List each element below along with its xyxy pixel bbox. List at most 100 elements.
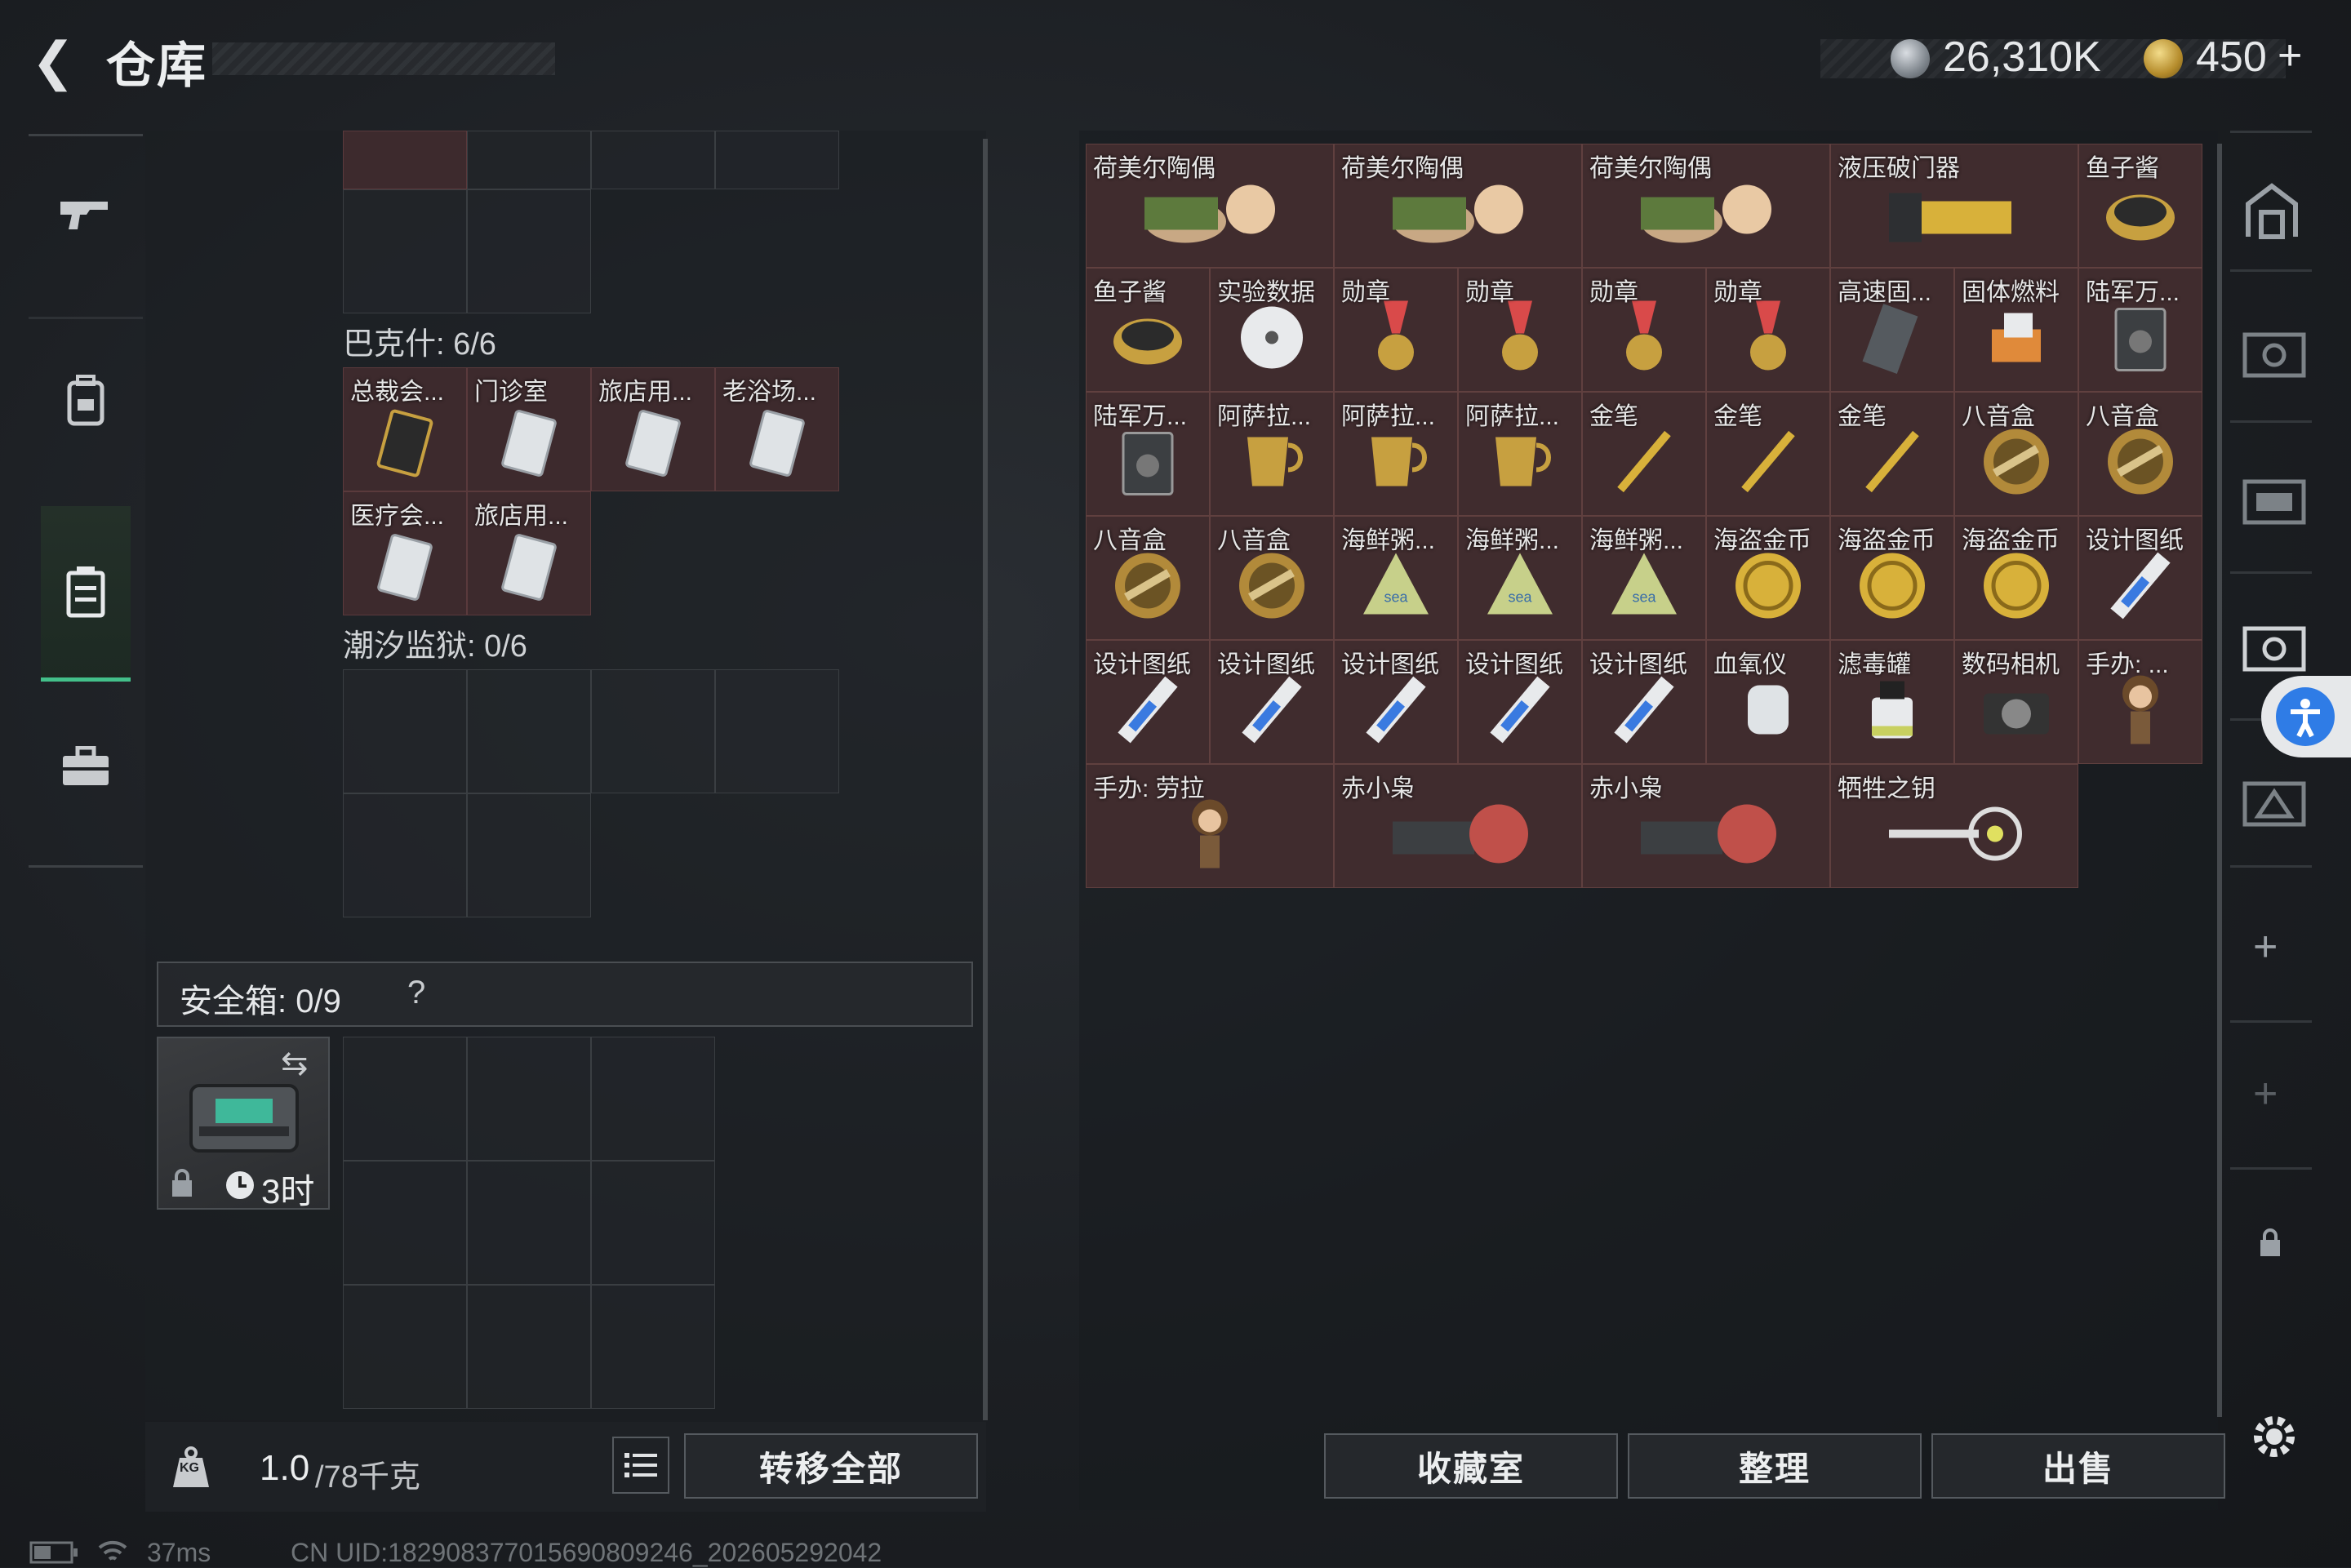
safebox-slot[interactable]: ⇆ 3时 <box>157 1037 330 1210</box>
list-view-button[interactable] <box>612 1437 669 1494</box>
grid-item[interactable]: 旅店用... <box>467 491 591 615</box>
inventory-item[interactable]: 陆军万... <box>1086 392 1210 516</box>
nav-weapons[interactable] <box>41 147 131 278</box>
inventory-item[interactable]: 八音盒 <box>2078 392 2202 516</box>
grid-cell[interactable] <box>467 669 591 793</box>
item-label: 实验数据 <box>1217 279 1315 306</box>
grid-cell[interactable] <box>343 189 467 313</box>
grid-cell[interactable] <box>467 1161 591 1285</box>
inventory-item[interactable]: sea 海鲜粥... <box>1582 516 1706 640</box>
inventory-item[interactable]: 荷美尔陶偶 <box>1334 144 1582 268</box>
left-scrollbar[interactable] <box>983 139 988 1420</box>
nav-case[interactable] <box>41 702 131 833</box>
inventory-item[interactable]: 阿萨拉... <box>1458 392 1582 516</box>
gold-coin-icon <box>2144 39 2183 78</box>
inventory-item[interactable]: 勋章 <box>1334 268 1458 392</box>
inventory-item[interactable]: 勋章 <box>1458 268 1582 392</box>
grid-cell[interactable] <box>467 189 591 313</box>
inventory-item[interactable]: 金笔 <box>1830 392 1954 516</box>
grid-cell[interactable] <box>467 793 591 917</box>
grid-cell[interactable] <box>343 669 467 793</box>
grid-cell[interactable] <box>467 131 591 189</box>
sort-button[interactable]: 整理 <box>1628 1433 1922 1499</box>
inventory-item[interactable]: 固体燃料 <box>1954 268 2078 392</box>
inventory-item[interactable]: 八音盒 <box>1954 392 2078 516</box>
inventory-item[interactable]: 数码相机 <box>1954 640 2078 764</box>
inventory-item[interactable]: 勋章 <box>1706 268 1830 392</box>
inventory-item[interactable]: 八音盒 <box>1210 516 1334 640</box>
grid-item[interactable]: 医疗会... <box>343 491 467 615</box>
inventory-item[interactable]: 鱼子酱 <box>2078 144 2202 268</box>
back-button[interactable]: ❮ <box>24 33 82 90</box>
inventory-item[interactable]: 海盗金币 <box>1706 516 1830 640</box>
inventory-item[interactable]: 设计图纸 <box>1582 640 1706 764</box>
inventory-item[interactable]: 赤小枭 <box>1334 764 1582 888</box>
collection-room-button[interactable]: 收藏室 <box>1324 1433 1618 1499</box>
inventory-item[interactable]: 海盗金币 <box>1954 516 2078 640</box>
inventory-item[interactable]: 金笔 <box>1706 392 1830 516</box>
grid-cell[interactable] <box>715 131 839 189</box>
inventory-item[interactable]: sea 海鲜粥... <box>1334 516 1458 640</box>
grid-cell[interactable] <box>343 793 467 917</box>
grid-cell[interactable] <box>591 1037 715 1161</box>
inventory-item[interactable]: 手办: ... <box>2078 640 2202 764</box>
storage-tab-4-icon[interactable] <box>2242 775 2307 833</box>
grid-item-partial[interactable] <box>343 131 467 189</box>
sell-button[interactable]: 出售 <box>1931 1433 2225 1499</box>
inventory-item[interactable]: 设计图纸 <box>2078 516 2202 640</box>
inventory-item[interactable]: 鱼子酱 <box>1086 268 1210 392</box>
inventory-item[interactable]: 血氧仪 <box>1706 640 1830 764</box>
grid-cell[interactable] <box>467 1037 591 1161</box>
inventory-item[interactable]: 荷美尔陶偶 <box>1582 144 1830 268</box>
inventory-item[interactable]: 赤小枭 <box>1582 764 1830 888</box>
grid-item[interactable]: 老浴场... <box>715 367 839 491</box>
nav-storage[interactable] <box>41 506 131 682</box>
transfer-all-button[interactable]: 转移全部 <box>684 1433 978 1499</box>
grid-cell[interactable] <box>591 1161 715 1285</box>
inventory-item[interactable]: 液压破门器 <box>1830 144 2078 268</box>
storage-tab-2-icon[interactable] <box>2242 473 2307 531</box>
grid-cell[interactable] <box>343 1037 467 1161</box>
inventory-item[interactable]: 实验数据 <box>1210 268 1334 392</box>
swap-icon[interactable]: ⇆ <box>281 1045 309 1082</box>
add-currency-button[interactable]: + <box>2278 31 2302 80</box>
storage-tab-home-icon[interactable] <box>2242 180 2302 240</box>
inventory-item[interactable]: 勋章 <box>1582 268 1706 392</box>
grid-cell[interactable] <box>343 1161 467 1285</box>
grid-cell[interactable] <box>343 1285 467 1409</box>
nav-backpack[interactable] <box>41 335 131 465</box>
grid-item[interactable]: 旅店用... <box>591 367 715 491</box>
inventory-item[interactable]: 阿萨拉... <box>1334 392 1458 516</box>
inventory-item[interactable]: 设计图纸 <box>1458 640 1582 764</box>
inventory-item[interactable]: sea 海鲜粥... <box>1458 516 1582 640</box>
storage-tab-3-icon[interactable] <box>2242 620 2307 677</box>
grid-cell[interactable] <box>715 669 839 793</box>
accessibility-button[interactable] <box>2261 676 2351 757</box>
grid-cell[interactable] <box>467 1285 591 1409</box>
inventory-item[interactable]: 八音盒 <box>1086 516 1210 640</box>
grid-item[interactable]: 总裁会... <box>343 367 467 491</box>
inventory-item[interactable]: 牺牲之钥 <box>1830 764 2078 888</box>
inventory-item[interactable]: 设计图纸 <box>1210 640 1334 764</box>
inventory-item[interactable]: 海盗金币 <box>1830 516 1954 640</box>
inventory-item[interactable]: 滤毒罐 <box>1830 640 1954 764</box>
grid-cell[interactable] <box>591 669 715 793</box>
storage-tab-1-icon[interactable] <box>2242 326 2307 384</box>
inventory-item[interactable]: 高速固... <box>1830 268 1954 392</box>
inventory-item[interactable]: 金笔 <box>1582 392 1706 516</box>
grid-cell[interactable] <box>591 131 715 189</box>
inventory-item[interactable]: 阿萨拉... <box>1210 392 1334 516</box>
grid-item[interactable]: 门诊室 <box>467 367 591 491</box>
gear-icon[interactable] <box>2248 1410 2300 1463</box>
medal-icon <box>1626 300 1662 371</box>
uid-text: CN UID:1829083770156908092​46_2026052920… <box>291 1538 882 1567</box>
help-icon[interactable]: ? <box>407 975 425 1011</box>
inventory-item[interactable]: 陆军万... <box>2078 268 2202 392</box>
inventory-item[interactable]: 设计图纸 <box>1086 640 1210 764</box>
safebox-header: 安全箱: 0/9 ? <box>157 962 973 1027</box>
inventory-item[interactable]: 手办: 劳拉 <box>1086 764 1334 888</box>
inventory-item[interactable]: 设计图纸 <box>1334 640 1458 764</box>
grid-cell[interactable] <box>591 1285 715 1409</box>
add-storage-tab-icon[interactable]: + <box>2253 922 2278 971</box>
inventory-item[interactable]: 荷美尔陶偶 <box>1086 144 1334 268</box>
